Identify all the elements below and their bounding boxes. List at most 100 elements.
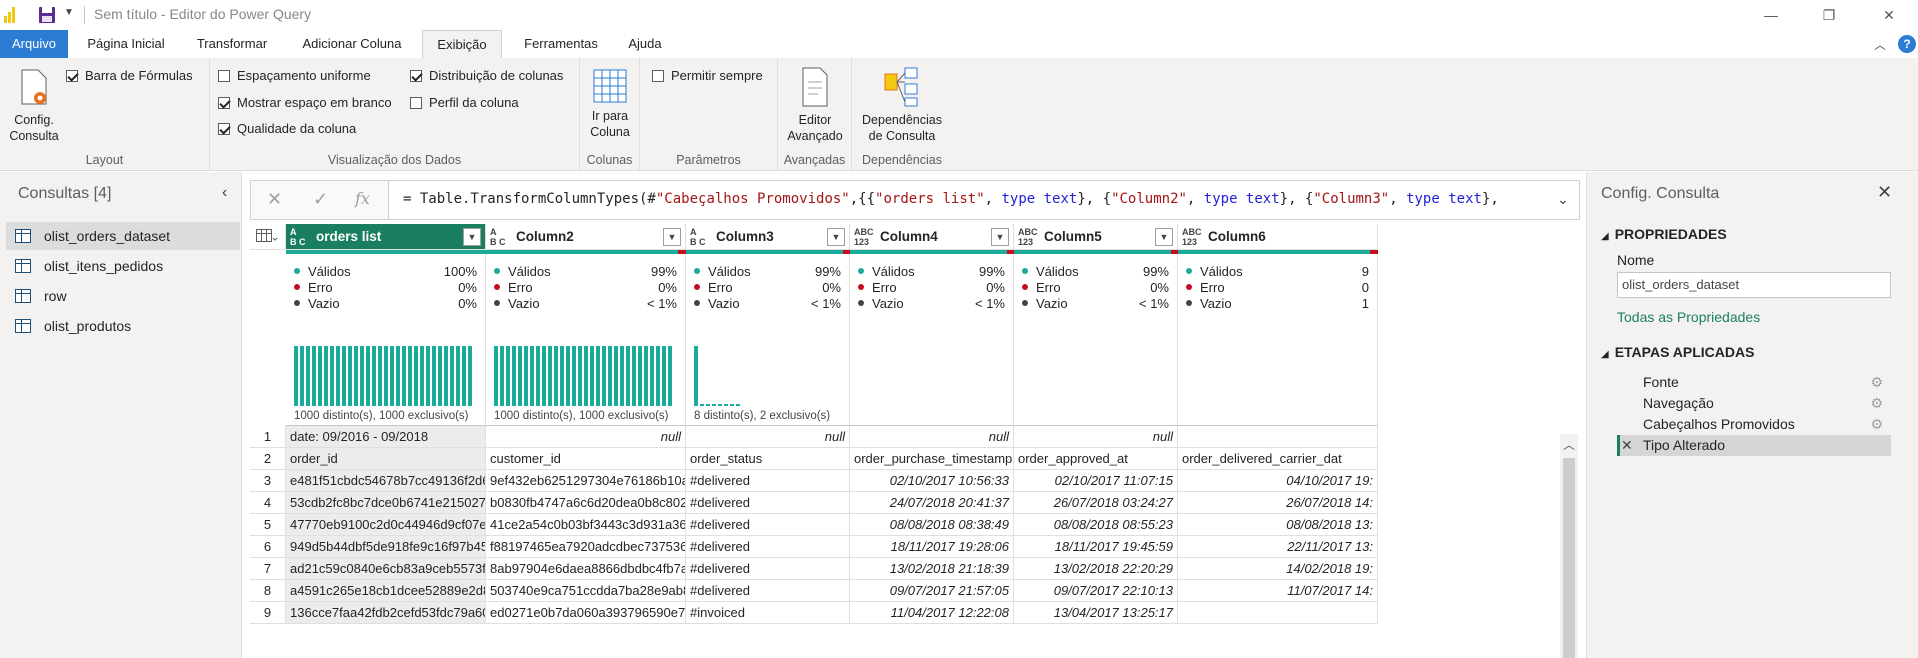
gear-icon[interactable]: ⚙ — [1870, 393, 1883, 414]
show-whitespace-checkbox[interactable]: Mostrar espaço em branco — [218, 95, 392, 110]
table-cell[interactable]: 949d5b44dbf5de918fe9c16f97b45f8a — [286, 536, 486, 558]
table-cell[interactable]: 04/10/2017 19: — [1178, 470, 1378, 492]
column-type-icon[interactable]: ABC 123 — [854, 227, 874, 247]
row-number[interactable]: 1 — [250, 426, 286, 448]
table-cell[interactable]: order_status — [686, 448, 850, 470]
table-cell[interactable]: 08/08/2018 13: — [1178, 514, 1378, 536]
column-type-icon[interactable]: AB C — [690, 227, 706, 247]
table-cell[interactable]: null — [686, 426, 850, 448]
row-number[interactable]: 7 — [250, 558, 286, 580]
gear-icon[interactable]: ⚙ — [1870, 414, 1883, 435]
table-cell[interactable]: 02/10/2017 11:07:15 — [1014, 470, 1178, 492]
row-number[interactable]: 9 — [250, 602, 286, 624]
table-cell[interactable]: ad21c59c0840e6cb83a9ceb5573f8159 — [286, 558, 486, 580]
column-quality-checkbox[interactable]: Qualidade da coluna — [218, 121, 356, 136]
scroll-up-icon[interactable]: ︿ — [1563, 436, 1575, 453]
close-button[interactable]: ✕ — [1876, 3, 1902, 27]
formula-text[interactable]: = Table.TransformColumnTypes(#"Cabeçalho… — [403, 191, 1499, 207]
column-type-icon[interactable]: ABC 123 — [1018, 227, 1038, 247]
table-cell[interactable]: 14/02/2018 19: — [1178, 558, 1378, 580]
table-cell[interactable]: 02/10/2017 10:56:33 — [850, 470, 1014, 492]
table-cell[interactable]: a4591c265e18cb1dcee52889e2d8ac... — [286, 580, 486, 602]
query-dependencies-button[interactable]: Dependências de Consulta — [856, 66, 948, 144]
row-number[interactable]: 4 — [250, 492, 286, 514]
uniform-spacing-checkbox[interactable]: Espaçamento uniforme — [218, 68, 371, 83]
column-header[interactable]: AB C Column2 ▼ — [486, 224, 686, 250]
row-number[interactable]: 6 — [250, 536, 286, 558]
vertical-scrollbar[interactable]: ︿ — [1560, 434, 1578, 658]
table-cell[interactable]: order_id — [286, 448, 486, 470]
table-cell[interactable]: 26/07/2018 03:24:27 — [1014, 492, 1178, 514]
query-settings-button[interactable]: Config. Consulta — [6, 68, 62, 144]
table-cell[interactable]: #delivered — [686, 514, 850, 536]
table-cell[interactable]: #delivered — [686, 558, 850, 580]
advanced-editor-button[interactable]: Editor Avançado — [782, 66, 848, 144]
table-cell[interactable]: order_purchase_timestamp — [850, 448, 1014, 470]
table-cell[interactable]: ed0271e0b7da060a393796590e7b7... — [486, 602, 686, 624]
scroll-thumb[interactable] — [1563, 458, 1575, 658]
column-type-icon[interactable]: AB C — [290, 227, 306, 247]
row-number[interactable]: 3 — [250, 470, 286, 492]
table-cell[interactable]: null — [850, 426, 1014, 448]
table-cell[interactable]: null — [1014, 426, 1178, 448]
column-filter-icon[interactable]: ▼ — [463, 228, 481, 246]
table-cell[interactable] — [1178, 602, 1378, 624]
table-cell[interactable]: #delivered — [686, 536, 850, 558]
always-allow-checkbox[interactable]: Permitir sempre — [652, 68, 763, 83]
table-cell[interactable]: 26/07/2018 14: — [1178, 492, 1378, 514]
table-cell[interactable]: 41ce2a54c0b03bf3443c3d931a3670... — [486, 514, 686, 536]
tab-exibicao[interactable]: Exibição — [422, 30, 502, 58]
table-cell[interactable]: 08/08/2018 08:38:49 — [850, 514, 1014, 536]
table-cell[interactable]: null — [486, 426, 686, 448]
applied-step[interactable]: Fonte ⚙ — [1617, 372, 1891, 393]
tab-transformar[interactable]: Transformar — [184, 30, 280, 58]
tab-arquivo[interactable]: Arquivo — [0, 30, 68, 58]
table-cell[interactable]: 18/11/2017 19:45:59 — [1014, 536, 1178, 558]
table-cell[interactable]: 22/11/2017 13: — [1178, 536, 1378, 558]
gear-icon[interactable]: ⚙ — [1870, 372, 1883, 393]
table-cell[interactable]: #invoiced — [686, 602, 850, 624]
chevron-down-icon[interactable]: ⌄ — [1557, 191, 1569, 208]
table-cell[interactable]: 13/02/2018 22:20:29 — [1014, 558, 1178, 580]
table-cell[interactable]: 53cdb2fc8bc7dce0b6741e21502734... — [286, 492, 486, 514]
query-item[interactable]: olist_orders_dataset — [6, 222, 240, 250]
table-cell[interactable]: customer_id — [486, 448, 686, 470]
cancel-formula-icon[interactable]: ✕ — [267, 189, 282, 210]
help-icon[interactable]: ? — [1898, 35, 1916, 53]
quick-access-dropdown-icon[interactable]: ▼ — [64, 7, 74, 18]
query-item[interactable]: olist_itens_pedidos — [6, 252, 240, 280]
formula-bar-checkbox[interactable]: Barra de Fórmulas — [66, 68, 193, 83]
column-type-icon[interactable]: ABC 123 — [1182, 227, 1202, 247]
column-filter-icon[interactable]: ▼ — [1155, 228, 1173, 246]
table-cell[interactable]: 8ab97904e6daea8866dbdbc4fb7aad... — [486, 558, 686, 580]
table-cell[interactable]: order_approved_at — [1014, 448, 1178, 470]
table-menu-button[interactable] — [250, 224, 286, 250]
fx-icon[interactable]: fx — [355, 189, 370, 208]
table-cell[interactable]: 09/07/2017 21:57:05 — [850, 580, 1014, 602]
minimize-button[interactable]: — — [1758, 3, 1784, 27]
tab-adicionar-coluna[interactable]: Adicionar Coluna — [290, 30, 414, 58]
properties-heading[interactable]: ◢ PROPRIEDADES — [1601, 226, 1727, 242]
table-cell[interactable]: date: 09/2016 - 09/2018 — [286, 426, 486, 448]
applied-step[interactable]: Navegação ⚙ — [1617, 393, 1891, 414]
query-name-input[interactable]: olist_orders_dataset — [1617, 272, 1891, 298]
table-cell[interactable]: 9ef432eb6251297304e76186b10a9... — [486, 470, 686, 492]
restore-button[interactable]: ❐ — [1816, 3, 1842, 27]
table-cell[interactable]: #delivered — [686, 492, 850, 514]
tab-pagina-inicial[interactable]: Página Inicial — [76, 30, 176, 58]
row-number[interactable]: 8 — [250, 580, 286, 602]
table-cell[interactable]: 136cce7faa42fdb2cefd53fdc79a6098 — [286, 602, 486, 624]
table-cell[interactable]: #delivered — [686, 470, 850, 492]
tab-ferramentas[interactable]: Ferramentas — [510, 30, 612, 58]
applied-steps-heading[interactable]: ◢ ETAPAS APLICADAS — [1601, 344, 1754, 360]
table-cell[interactable]: 11/07/2017 14: — [1178, 580, 1378, 602]
tab-ajuda[interactable]: Ajuda — [620, 30, 670, 58]
column-header[interactable]: ABC 123 Column5 ▼ — [1014, 224, 1178, 250]
column-header[interactable]: ABC 123 Column6 — [1178, 224, 1378, 250]
table-cell[interactable]: #delivered — [686, 580, 850, 602]
column-header[interactable]: ABC 123 Column4 ▼ — [850, 224, 1014, 250]
column-profile-checkbox[interactable]: Perfil da coluna — [410, 95, 519, 110]
table-cell[interactable]: 11/04/2017 12:22:08 — [850, 602, 1014, 624]
delete-step-icon[interactable]: ✕ — [1621, 435, 1633, 456]
all-properties-link[interactable]: Todas as Propriedades — [1617, 309, 1760, 325]
